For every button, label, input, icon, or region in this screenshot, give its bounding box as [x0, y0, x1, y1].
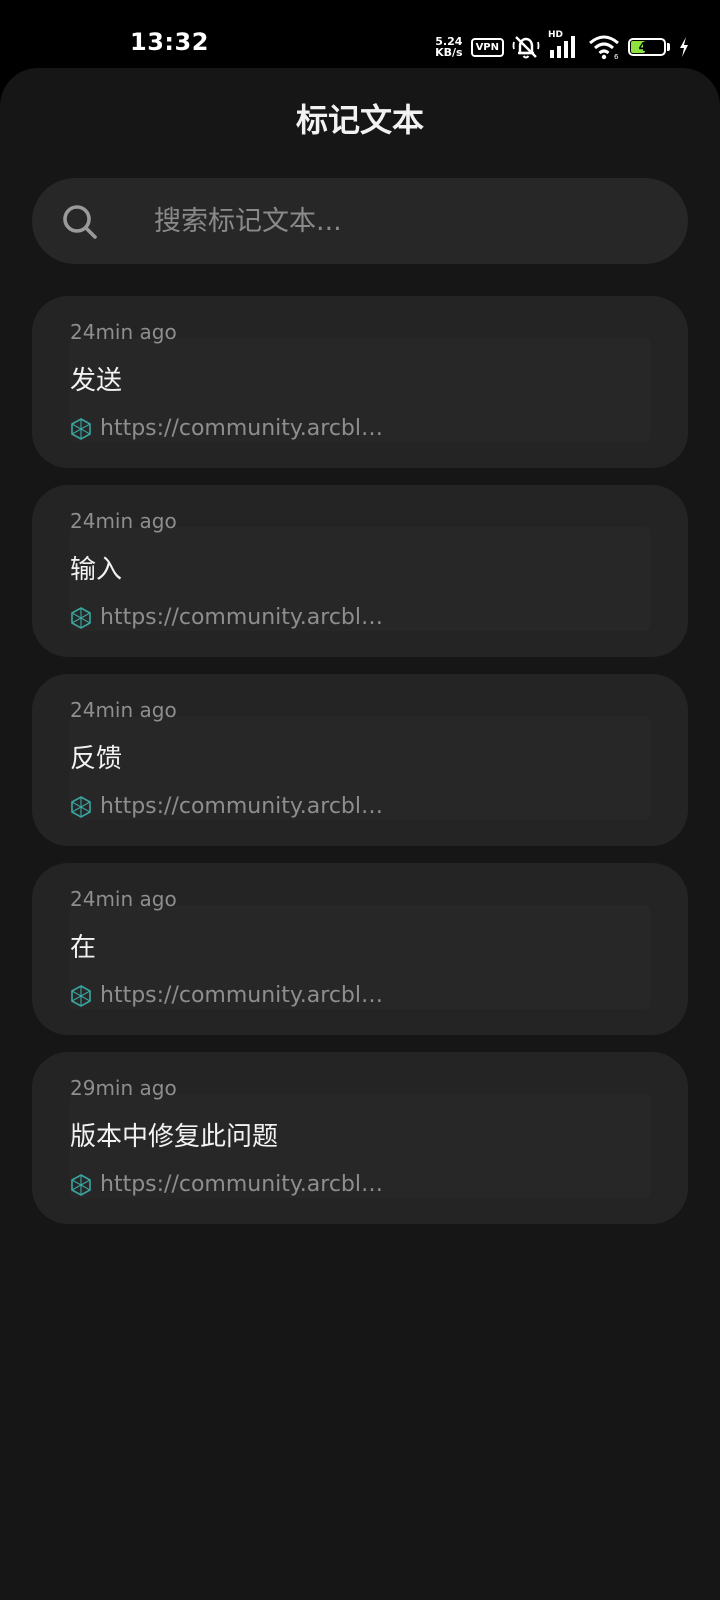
- marked-text-card[interactable]: 24min ago 反馈 https://community.arcbl…: [32, 674, 688, 846]
- card-timestamp: 24min ago: [70, 698, 177, 722]
- arcblock-logo-icon: [71, 985, 91, 1007]
- status-icons: 5.24 KB/s VPN HD 6 48: [435, 30, 690, 60]
- card-source-link[interactable]: https://community.arcbl…: [70, 796, 383, 818]
- card-source-link[interactable]: https://community.arcbl…: [70, 607, 383, 629]
- marked-text-sheet: 标记文本 24min ago 发送 https://community.arcb…: [0, 68, 720, 1600]
- card-source-url: https://community.arcbl…: [100, 983, 383, 1008]
- marked-text-card[interactable]: 29min ago 版本中修复此问题 https://community.arc…: [32, 1052, 688, 1224]
- svg-text:6: 6: [614, 53, 619, 60]
- search-input[interactable]: [122, 178, 662, 264]
- status-time: 13:32: [130, 28, 209, 56]
- battery-nub: [667, 43, 670, 51]
- card-source-url: https://community.arcbl…: [100, 794, 383, 819]
- network-speed-unit: KB/s: [435, 46, 463, 59]
- arcblock-logo-icon: [71, 1174, 91, 1196]
- card-source-link[interactable]: https://community.arcbl…: [70, 418, 383, 440]
- search-bar[interactable]: [32, 178, 688, 264]
- battery-level: 48: [638, 40, 656, 54]
- card-marked-text: 在: [70, 933, 97, 963]
- search-icon: [63, 205, 97, 239]
- arcblock-logo-icon: [71, 796, 91, 818]
- card-source-url: https://community.arcbl…: [100, 605, 383, 630]
- network-speed: 5.24 KB/s: [435, 36, 462, 58]
- marked-text-card[interactable]: 24min ago 发送 https://community.arcbl…: [32, 296, 688, 468]
- card-timestamp: 29min ago: [70, 1076, 177, 1100]
- mute-bell-icon: [512, 36, 540, 59]
- card-timestamp: 24min ago: [70, 320, 177, 344]
- card-source-link[interactable]: https://community.arcbl…: [70, 985, 383, 1007]
- marked-text-card[interactable]: 24min ago 输入 https://community.arcbl…: [32, 485, 688, 657]
- card-source-url: https://community.arcbl…: [100, 1172, 383, 1197]
- battery-group: 48: [628, 38, 670, 56]
- wifi-icon: 6: [589, 35, 619, 60]
- card-timestamp: 24min ago: [70, 509, 177, 533]
- marked-text-card[interactable]: 24min ago 在 https://community.arcbl…: [32, 863, 688, 1035]
- status-bar: 13:32 5.24 KB/s VPN HD 6 48: [0, 0, 720, 68]
- card-source-link[interactable]: https://community.arcbl…: [70, 1174, 383, 1196]
- card-timestamp: 24min ago: [70, 887, 177, 911]
- arcblock-logo-icon: [71, 607, 91, 629]
- card-source-url: https://community.arcbl…: [100, 416, 383, 441]
- charging-bolt-icon: [680, 37, 688, 57]
- card-marked-text: 输入: [70, 555, 123, 585]
- arcblock-logo-icon: [71, 418, 91, 440]
- card-marked-text: 发送: [70, 366, 123, 396]
- battery-icon: 48: [628, 38, 666, 56]
- page-title: 标记文本: [295, 101, 424, 139]
- card-marked-text: 反馈: [70, 744, 123, 774]
- card-marked-text: 版本中修复此问题: [70, 1122, 279, 1152]
- vpn-icon: VPN: [470, 37, 504, 57]
- signal-icon: HD: [548, 30, 580, 60]
